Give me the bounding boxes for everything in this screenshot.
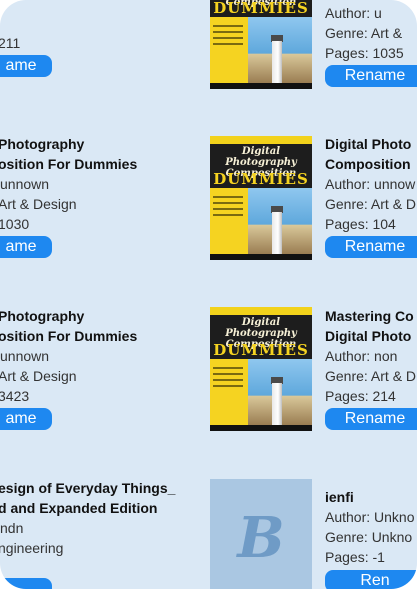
book-title-line: Mastering Co xyxy=(325,308,414,324)
book-title-line: Composition xyxy=(325,156,411,172)
book-genre: Art & Design xyxy=(0,368,77,384)
book-info-right-1: Author: u Genre: Art & Pages: 1035 xyxy=(325,3,404,63)
book-author: ndn xyxy=(0,520,24,536)
book-author: unnown xyxy=(0,176,50,192)
cover-panel xyxy=(210,188,248,254)
book-title-line: osition For Dummies xyxy=(0,328,138,344)
book-cover-placeholder[interactable]: B xyxy=(210,479,312,589)
cover-panel xyxy=(210,359,248,425)
book-info-left-2: Photography osition For Dummies unnown A… xyxy=(0,134,137,234)
book-title-line: Photography xyxy=(0,136,85,152)
book-info-right-3: Mastering Co Digital Photo Author: non G… xyxy=(325,306,416,406)
lighthouse-image xyxy=(272,41,282,83)
lighthouse-image xyxy=(272,383,282,425)
book-genre: Genre: Unkno xyxy=(325,529,413,545)
rename-button[interactable]: Rename xyxy=(325,236,417,258)
cover-brand: DUMMIES xyxy=(213,341,309,359)
book-pages: 1030 xyxy=(0,216,30,232)
book-cover-right-1[interactable]: Digital Photography Composition DUMMIES xyxy=(210,0,312,89)
book-title-line: esign of Everyday Things_ xyxy=(0,480,176,496)
book-title-line: Digital Photo xyxy=(325,328,412,344)
book-library-screen: 211 ame Digital Photography Composition … xyxy=(0,0,417,589)
book-title-line: osition For Dummies xyxy=(0,156,138,172)
book-pages: 3423 xyxy=(0,388,30,404)
book-pages: 211 xyxy=(0,35,21,51)
book-info-right-2: Digital Photo Composition Author: unnow … xyxy=(325,134,416,234)
book-author: Author: u xyxy=(325,5,382,21)
rename-button[interactable]: ame xyxy=(0,55,52,77)
book-pages: Pages: 1035 xyxy=(325,45,404,61)
book-author: Author: unnow xyxy=(325,176,416,192)
book-genre: Genre: Art & D xyxy=(325,196,417,212)
book-title-line: Digital Photo xyxy=(325,136,412,152)
book-cover-right-2[interactable]: Digital Photography Composition DUMMIES xyxy=(210,136,312,260)
book-pages: Pages: 104 xyxy=(325,216,396,232)
rename-button[interactable]: Ren xyxy=(325,570,417,589)
book-pages: Pages: -1 xyxy=(325,549,385,565)
book-info-left-3: Photography osition For Dummies unnown A… xyxy=(0,306,137,406)
book-title-line: ienfi xyxy=(325,489,354,505)
book-info-left-1: 211 xyxy=(0,33,20,53)
placeholder-letter: B xyxy=(237,505,285,571)
book-author: Author: non xyxy=(325,348,398,364)
rename-button[interactable]: ame xyxy=(0,408,52,430)
book-info-left-4: esign of Everyday Things_ d and Expanded… xyxy=(0,478,175,558)
rename-button[interactable]: Rename xyxy=(325,65,417,87)
cover-panel xyxy=(210,17,248,83)
book-pages: Pages: 214 xyxy=(325,388,396,404)
book-author: Author: Unkno xyxy=(325,509,415,525)
book-genre: Art & Design xyxy=(0,196,77,212)
rename-button[interactable]: Rename xyxy=(325,408,417,430)
book-genre: Genre: Art & D xyxy=(325,368,417,384)
book-title-line: d and Expanded Edition xyxy=(0,500,158,516)
cover-brand: DUMMIES xyxy=(213,0,309,17)
book-cover-right-3[interactable]: Digital Photography Composition DUMMIES xyxy=(210,307,312,431)
cover-brand: DUMMIES xyxy=(213,170,309,188)
book-genre: ngineering xyxy=(0,540,64,556)
rename-button[interactable] xyxy=(0,578,52,589)
book-genre: Genre: Art & xyxy=(325,25,403,41)
lighthouse-image xyxy=(272,212,282,254)
book-title-line: Photography xyxy=(0,308,85,324)
book-author: unnown xyxy=(0,348,50,364)
book-info-right-4: ienfi Author: Unkno Genre: Unkno Pages: … xyxy=(325,487,415,567)
rename-button[interactable]: ame xyxy=(0,236,52,258)
